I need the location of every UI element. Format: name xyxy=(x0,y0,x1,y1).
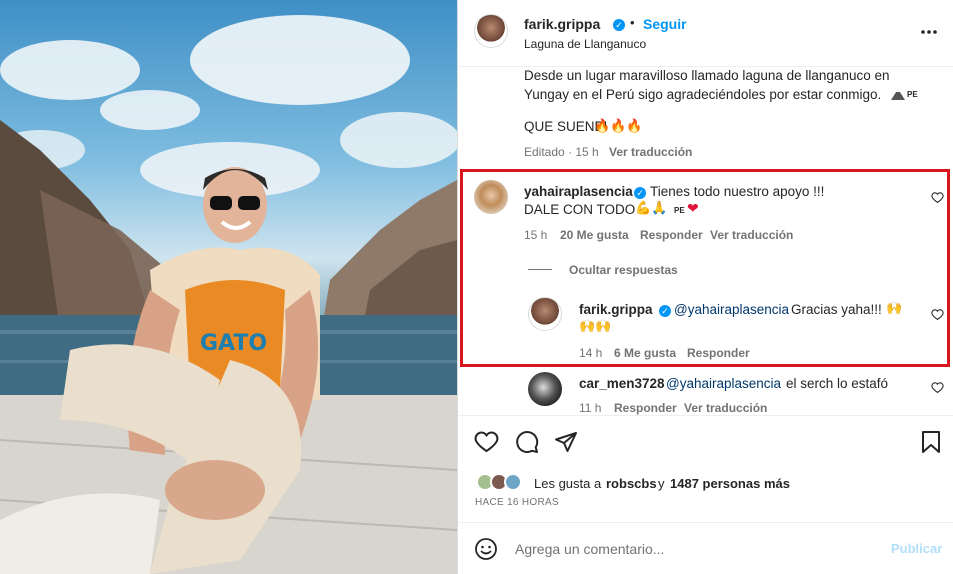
verified-badge-icon: ✓ xyxy=(656,302,671,317)
comment-translate-link[interactable]: Ver traducción xyxy=(710,228,793,242)
likes-prefix: Les gusta a xyxy=(534,476,602,491)
caption-edited-time: Editado · 15 h xyxy=(524,145,599,159)
like-heart-icon[interactable] xyxy=(474,430,499,454)
mountain-icon xyxy=(891,88,905,103)
photo-illustration: GATO xyxy=(0,15,457,574)
reply-reply-button[interactable]: Responder xyxy=(687,346,750,360)
comment2-translate-link[interactable]: Ver traducción xyxy=(684,401,767,415)
comment2-time: 11 h xyxy=(579,401,602,415)
author-avatar[interactable] xyxy=(474,14,508,48)
save-bookmark-icon[interactable] xyxy=(920,430,942,454)
post-timestamp: HACE 16 HORAS xyxy=(475,497,559,508)
share-paper-plane-icon[interactable] xyxy=(554,430,578,454)
reply-time: 14 h xyxy=(579,346,603,360)
post-location[interactable]: Laguna de Llanganuco xyxy=(524,37,646,51)
commenter-avatar-carmen[interactable] xyxy=(528,372,562,406)
like-comment-heart-icon[interactable] xyxy=(931,191,944,204)
likes-user-link[interactable]: robscbs xyxy=(606,476,657,491)
svg-text:GATO: GATO xyxy=(200,331,267,356)
actions-divider xyxy=(458,415,953,416)
like-reply-heart-icon[interactable] xyxy=(931,308,944,321)
more-options-icon[interactable] xyxy=(920,29,938,35)
reply-avatar-farik[interactable] xyxy=(528,297,562,331)
author-username[interactable]: farik.grippa xyxy=(524,16,600,32)
comment-input[interactable]: Agrega un comentario... xyxy=(515,541,664,557)
comment-reply-button[interactable]: Responder xyxy=(640,228,703,242)
hide-replies-button[interactable]: Ocultar respuestas xyxy=(569,263,678,277)
comment2-username[interactable]: car_men3728 xyxy=(579,376,665,391)
reply-username[interactable]: farik.grippa xyxy=(579,302,653,317)
emoji-smiley-icon[interactable] xyxy=(474,537,498,561)
follow-button[interactable]: Seguir xyxy=(643,16,687,32)
post-photo: GATO xyxy=(0,0,457,574)
raised-hands-emoji-icon: 🙌🙌 xyxy=(579,318,612,333)
caption-translate-link[interactable]: Ver traducción xyxy=(609,145,692,159)
comment2-mention-link[interactable]: @yahairaplasencia xyxy=(666,376,781,391)
reply-text: Gracias yaha!!! xyxy=(791,302,882,317)
comment-text-line-1: Tienes todo nuestro apoyo !!! xyxy=(650,184,825,199)
comment-box-divider xyxy=(458,522,953,523)
comment-text-line-2: DALE CON TODO xyxy=(524,202,636,217)
comment-time: 15 h xyxy=(524,228,548,242)
raised-hands-emoji-icon: 🙌 xyxy=(886,300,903,315)
reply-likes[interactable]: 6 Me gusta xyxy=(614,346,676,360)
verified-badge-icon: ✓ xyxy=(610,16,625,31)
comment-likes[interactable]: 20 Me gusta xyxy=(560,228,629,242)
like-comment2-heart-icon[interactable] xyxy=(931,381,944,394)
likes-count-link[interactable]: 1487 personas más xyxy=(670,476,790,491)
flag-pe-icon: PE xyxy=(674,206,685,215)
publish-button[interactable]: Publicar xyxy=(891,541,942,556)
separator-dot: • xyxy=(630,15,635,30)
caption-line-1: Desde un lugar maravilloso llamado lagun… xyxy=(524,68,890,83)
red-heart-emoji-icon: ❤ xyxy=(687,200,699,216)
flag-pe-icon: PE xyxy=(907,90,918,99)
caption-line-2: Yungay en el Perú sigo agradeciéndoles p… xyxy=(524,87,882,102)
reply-mention-link[interactable]: @yahairaplasencia xyxy=(674,302,789,317)
likes-conj: y xyxy=(658,476,665,491)
comment2-reply-button[interactable]: Responder xyxy=(614,401,677,415)
post-side-panel: farik.grippa ✓ • Seguir Laguna de Llanga… xyxy=(457,0,953,574)
comment-username[interactable]: yahairaplasencia xyxy=(524,184,633,199)
liker-avatar-3 xyxy=(504,473,522,491)
replies-line xyxy=(528,269,552,270)
comment-bubble-icon[interactable] xyxy=(515,430,539,454)
verified-badge-icon: ✓ xyxy=(631,184,646,199)
fire-emoji-icon: 🔥🔥🔥 xyxy=(594,118,643,133)
commenter-avatar-yahaira[interactable] xyxy=(474,180,508,214)
comment2-text: el serch lo estafó xyxy=(786,376,889,391)
muscle-pray-emoji-icon: 💪🙏 xyxy=(635,200,668,215)
